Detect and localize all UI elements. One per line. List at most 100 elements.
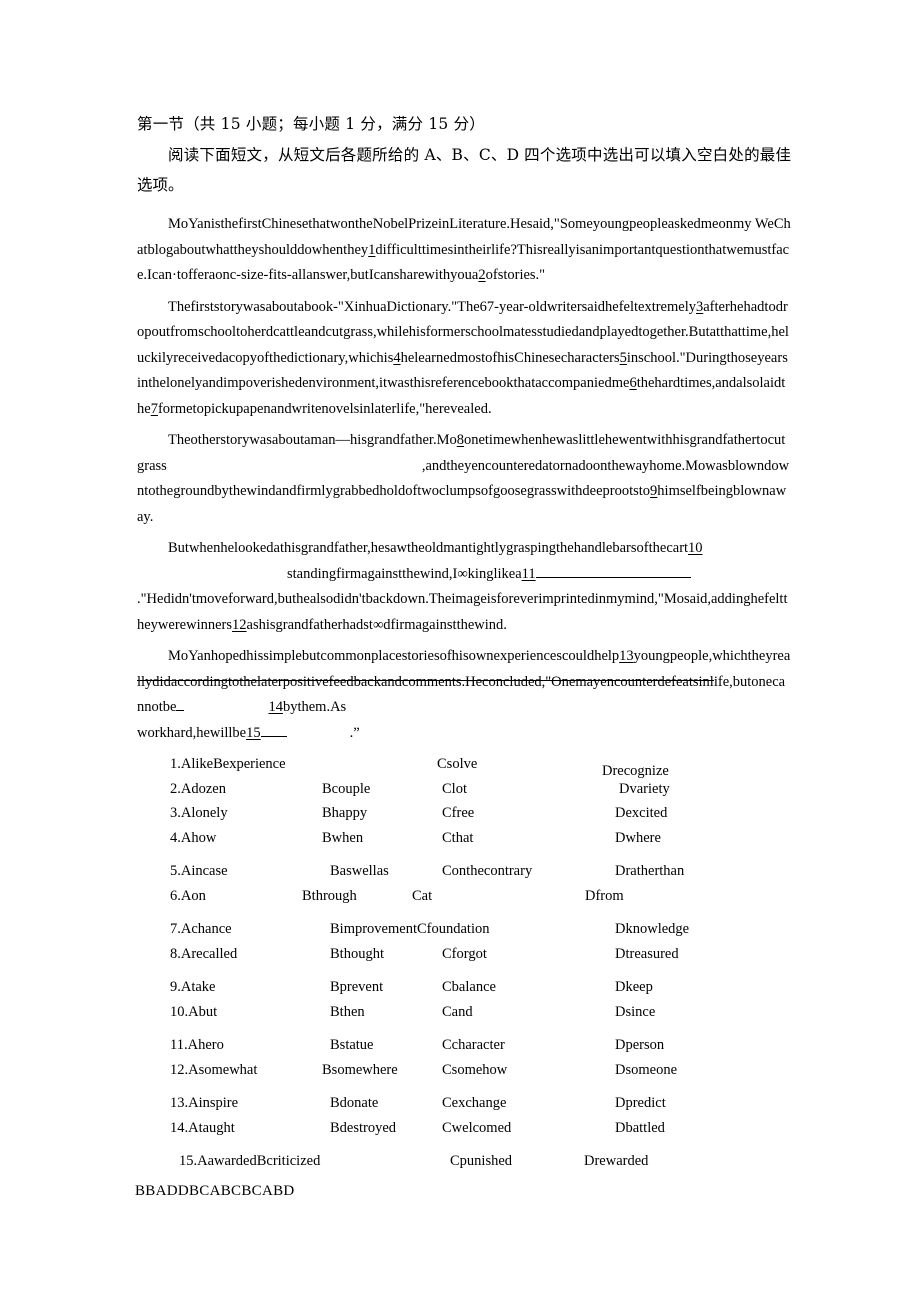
option-11-b[interactable]: Bstatue [330,1033,374,1058]
option-8-number[interactable]: 8.Arecalled [170,942,237,967]
option-11-d[interactable]: Dperson [615,1033,664,1058]
option-13-d[interactable]: Dpredict [615,1091,666,1116]
option-6-d[interactable]: Dfrom [585,884,624,909]
option-10-c[interactable]: Cand [442,1000,473,1025]
blank-11: 11 [521,565,536,582]
option-9-c[interactable]: Cbalance [442,975,496,1000]
option-row-9: 9.Atake Bprevent Cbalance Dkeep [137,975,791,1000]
option-row-11: 11.Ahero Bstatue Ccharacter Dperson [137,1033,791,1058]
option-6-number[interactable]: 6.Aon [170,884,206,909]
passage-paragraph-4: Butwhenhelookedathisgrandfather,hesawthe… [137,536,791,638]
option-10-b[interactable]: Bthen [330,1000,365,1025]
p1-text-c: ofstories." [485,267,546,283]
option-11-number[interactable]: 11.Ahero [170,1033,224,1058]
option-row-5: 5.Aincase Baswellas Conthecontrary Drath… [137,859,791,884]
option-row-14: 14.Ataught Bdestroyed Cwelcomed Dbattled [137,1116,791,1141]
blank-4: 4 [393,349,401,366]
option-1-number[interactable]: 1.AlikeBexperience [170,752,286,777]
option-1-c[interactable]: Csolve [437,752,477,777]
option-7-number[interactable]: 7.Achance [170,917,232,942]
p4-line-3: ."Hedidn'tmoveforward,buthealsodidn'tbac… [137,587,791,638]
option-10-number[interactable]: 10.Abut [170,1000,217,1025]
options-list: 1.AlikeBexperience Csolve Drecognize 2.A… [137,752,791,1174]
option-row-4: 4.Ahow Bwhen Cthat Dwhere [137,826,791,851]
option-13-b[interactable]: Bdonate [330,1091,378,1116]
blank-15: 15 [246,724,261,741]
blank-6: 6 [629,375,637,391]
option-14-d[interactable]: Dbattled [615,1116,665,1141]
option-12-b[interactable]: Bsomewhere [322,1058,398,1083]
p3-text-a: Theotherstorywasaboutaman—hisgrandfather… [168,432,457,448]
option-9-b[interactable]: Bprevent [330,975,383,1000]
option-6-b[interactable]: Bthrough [302,884,357,909]
p4-text-d: ashisgrandfatherhadst∞dfirmagainstthewin… [246,616,507,633]
blank-10: 10 [688,540,703,556]
option-row-8: 8.Arecalled Bthought Cforgot Dtreasured [137,942,791,967]
option-7-b[interactable]: BimprovementCfoundation [330,917,490,942]
blank-8: 8 [456,432,464,448]
blank-11-rule [535,576,691,578]
option-4-c[interactable]: Cthat [442,826,473,851]
blank-7: 7 [150,400,158,417]
option-14-b[interactable]: Bdestroyed [330,1116,396,1141]
option-14-number[interactable]: 14.Ataught [170,1116,235,1141]
blank-13: 13 [619,648,634,664]
option-row-7: 7.Achance BimprovementCfoundation Dknowl… [137,917,791,942]
option-13-number[interactable]: 13.Ainspire [170,1091,238,1116]
option-12-c[interactable]: Csomehow [442,1058,507,1083]
option-14-c[interactable]: Cwelcomed [442,1116,511,1141]
option-2-c[interactable]: Clot [442,777,467,802]
option-row-6: 6.Aon Bthrough Cat Dfrom [137,884,791,909]
option-11-c[interactable]: Ccharacter [442,1033,505,1058]
option-3-d[interactable]: Dexcited [615,801,667,826]
option-12-number[interactable]: 12.Asomewhat [170,1058,257,1083]
option-5-number[interactable]: 5.Aincase [170,859,228,884]
option-15-d[interactable]: Drewarded [584,1149,648,1174]
p5-text-e: .” [349,724,360,741]
p5-text-c: bythem.As [282,699,347,715]
option-7-d[interactable]: Dknowledge [615,917,689,942]
option-3-number[interactable]: 3.Alonely [170,801,228,826]
option-row-2: 2.Adozen Bcouple Clot Dvariety [137,777,791,802]
option-row-12: 12.Asomewhat Bsomewhere Csomehow Dsomeon… [137,1058,791,1083]
option-13-c[interactable]: Cexchange [442,1091,506,1116]
option-12-d[interactable]: Dsomeone [615,1058,677,1083]
option-9-number[interactable]: 9.Atake [170,975,216,1000]
p5-text-a: MoYanhopedhissimplebutcommonplacestories… [168,648,620,664]
p2-text-a: Thefirststorywasaboutabook-"XinhuaDictio… [168,298,696,315]
option-4-b[interactable]: Bwhen [322,826,363,851]
option-15-c[interactable]: Cpunished [450,1149,512,1174]
p5-line-last: workhard,hewillbe15 .” [137,721,791,747]
blank-2: 2 [478,267,486,283]
p4-text-a: Butwhenhelookedathisgrandfather,hesawthe… [168,540,689,556]
option-3-c[interactable]: Cfree [442,801,474,826]
passage-paragraph-5: MoYanhopedhissimplebutcommonplacestories… [137,644,791,746]
instruction-text: 阅读下面短文，从短文后各题所给的 A、B、C、D 四个选项中选出可以填入空白处的… [137,146,791,194]
option-2-d[interactable]: Dvariety [619,777,670,802]
option-6-c[interactable]: Cat [412,884,432,909]
option-8-c[interactable]: Cforgot [442,942,487,967]
p2-text-f: formetopickupapenandwritenovelsinlaterli… [157,400,492,417]
option-8-b[interactable]: Bthought [330,942,384,967]
option-2-b[interactable]: Bcouple [322,777,370,802]
option-15-number[interactable]: 15.AawardedBcriticized [179,1149,320,1174]
option-9-d[interactable]: Dkeep [615,975,653,1000]
option-3-b[interactable]: Bhappy [322,801,367,826]
option-4-number[interactable]: 4.Ahow [170,826,216,851]
option-5-c[interactable]: Conthecontrary [442,859,532,884]
option-row-10: 10.Abut Bthen Cand Dsince [137,1000,791,1025]
p4-line-2: standingfirmagainstthewind,I∞kinglikea11 [137,562,791,588]
option-5-d[interactable]: Dratherthan [615,859,684,884]
option-4-d[interactable]: Dwhere [615,826,661,851]
document-content: 第一节（共 15 小题；每小题 1 分，满分 15 分） 阅读下面短文，从短文后… [135,110,791,1202]
p5-text-d: workhard,hewillbe [137,724,247,741]
passage-paragraph-2: Thefirststorywasaboutabook-"XinhuaDictio… [137,295,791,423]
option-5-b[interactable]: Baswellas [330,859,389,884]
blank-12: 12 [232,616,247,633]
option-row-15: 15.AawardedBcriticized Cpunished Dreward… [137,1149,791,1174]
option-10-d[interactable]: Dsince [615,1000,655,1025]
section-heading: 第一节（共 15 小题；每小题 1 分，满分 15 分） [137,115,485,133]
document-page: 第一节（共 15 小题；每小题 1 分，满分 15 分） 阅读下面短文，从短文后… [0,0,920,1301]
option-2-number[interactable]: 2.Adozen [170,777,226,802]
option-8-d[interactable]: Dtreasured [615,942,679,967]
